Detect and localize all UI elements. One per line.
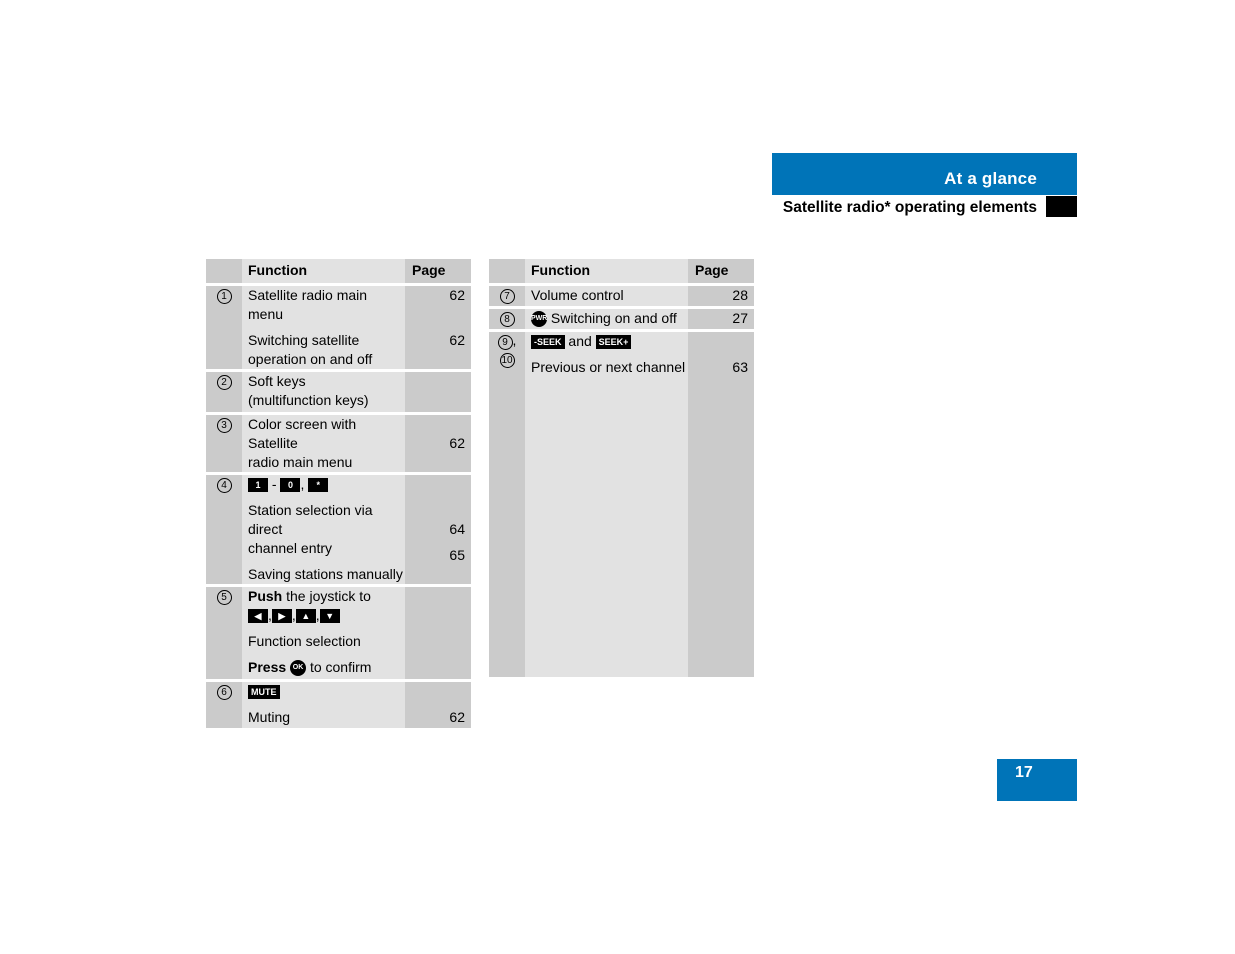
page-ref[interactable]: 62: [405, 434, 465, 453]
page-number: 17: [1015, 764, 1033, 781]
item-number: 5: [216, 590, 232, 605]
function-text: Switching on and off: [550, 310, 677, 326]
key-0-icon: 0: [280, 478, 301, 493]
keys-line: 1 - 0, *: [248, 475, 405, 494]
table-row: 1 Satellite radio main menu Switching sa…: [206, 283, 471, 369]
seek-back-key-icon: -SEEK: [531, 335, 565, 350]
function-text: (multifunction keys): [248, 392, 369, 408]
column-header-function: Function: [242, 259, 405, 283]
table-header: Function Page: [206, 259, 471, 283]
separator: ,: [300, 476, 305, 492]
separator: ,: [512, 332, 517, 348]
function-text: Volume control: [531, 287, 624, 303]
seek-forward-key-icon: SEEK+: [595, 335, 632, 350]
arrow-up-icon: ▲: [295, 609, 316, 624]
item-number: 3: [216, 418, 232, 433]
function-text: Switching satellite: [248, 332, 360, 348]
function-text: the joystick to: [286, 588, 371, 604]
function-text: Function selection: [248, 633, 361, 649]
function-text: operation on and off: [248, 351, 373, 367]
function-text: Saving stations manually: [248, 566, 403, 582]
table-row: 7 Volume control 28: [489, 283, 754, 306]
table-row: 6 MUTE Muting 62: [206, 679, 471, 728]
power-button-icon: PWR: [531, 311, 547, 328]
item-number: 2: [216, 375, 232, 390]
page-ref[interactable]: 62: [405, 331, 465, 350]
arrow-right-icon: ▶: [271, 609, 292, 624]
function-text: Previous or next channel: [531, 359, 686, 375]
function-text: Muting: [248, 709, 291, 725]
function-text: Soft keys: [248, 373, 306, 389]
section-title: At a glance: [944, 169, 1037, 188]
function-text: radio main menu: [248, 454, 353, 470]
table-row: 2 Soft keys (multifunction keys): [206, 369, 471, 412]
section-header-bar: At a glance: [772, 153, 1077, 195]
ok-button-icon: OK: [290, 660, 307, 677]
table-row: 8 PWR Switching on and off 27: [489, 306, 754, 329]
item-number: 7: [499, 289, 515, 304]
table-row: 4 1 - 0, * Station selection via direct …: [206, 472, 471, 584]
mute-key-icon: MUTE: [248, 685, 280, 700]
function-text: to confirm: [309, 659, 372, 675]
page-subtitle: Satellite radio* operating elements: [782, 199, 1037, 216]
function-text: Station selection via direct: [248, 502, 373, 537]
item-number: 8: [499, 312, 515, 327]
column-header-page: Page: [405, 259, 471, 283]
page-ref[interactable]: 64: [405, 520, 465, 539]
key-1-icon: 1: [248, 478, 268, 493]
table-header: Function Page: [489, 259, 754, 283]
table-row: 3 Color screen with Satellite radio main…: [206, 412, 471, 472]
conjunction: and: [568, 333, 592, 349]
page-ref[interactable]: 62: [405, 286, 465, 305]
column-header-page: Page: [688, 259, 754, 283]
function-text: Satellite radio main menu: [248, 287, 368, 322]
item-number: 10: [499, 353, 515, 368]
table-row: 5 Push the joystick to ◀, ▶, ▲, ▼ Function …: [206, 584, 471, 679]
section-marker: [1046, 196, 1077, 217]
item-number: 6: [216, 685, 232, 700]
arrow-down-icon: ▼: [319, 609, 340, 624]
right-function-table: Function Page 7 Volume control 28 8 PWR …: [489, 259, 754, 677]
left-function-table: Function Page 1 Satellite radio main men…: [206, 259, 471, 728]
item-number: 9: [497, 335, 513, 350]
table-row: 9, 10 -SEEK and SEEK+ Previous or next c…: [489, 329, 754, 677]
function-text: Color screen with Satellite: [248, 416, 357, 451]
arrow-left-icon: ◀: [248, 609, 268, 624]
page-ref[interactable]: 65: [405, 546, 465, 565]
arrow-keys: ◀, ▶, ▲, ▼: [248, 606, 405, 625]
page-ref[interactable]: 62: [405, 708, 465, 727]
function-text: channel entry: [248, 540, 333, 556]
item-number: 1: [216, 289, 232, 304]
press-label: Press: [248, 659, 287, 675]
key-star-icon: *: [308, 478, 329, 493]
page-ref[interactable]: 27: [688, 309, 748, 328]
item-number: 4: [216, 478, 232, 493]
push-label: Push: [248, 588, 283, 604]
column-header-function: Function: [525, 259, 688, 283]
page-ref[interactable]: 28: [688, 286, 748, 305]
page-number-box: 17: [997, 759, 1077, 801]
page-ref[interactable]: 63: [688, 358, 748, 377]
range-dash: -: [271, 476, 277, 492]
